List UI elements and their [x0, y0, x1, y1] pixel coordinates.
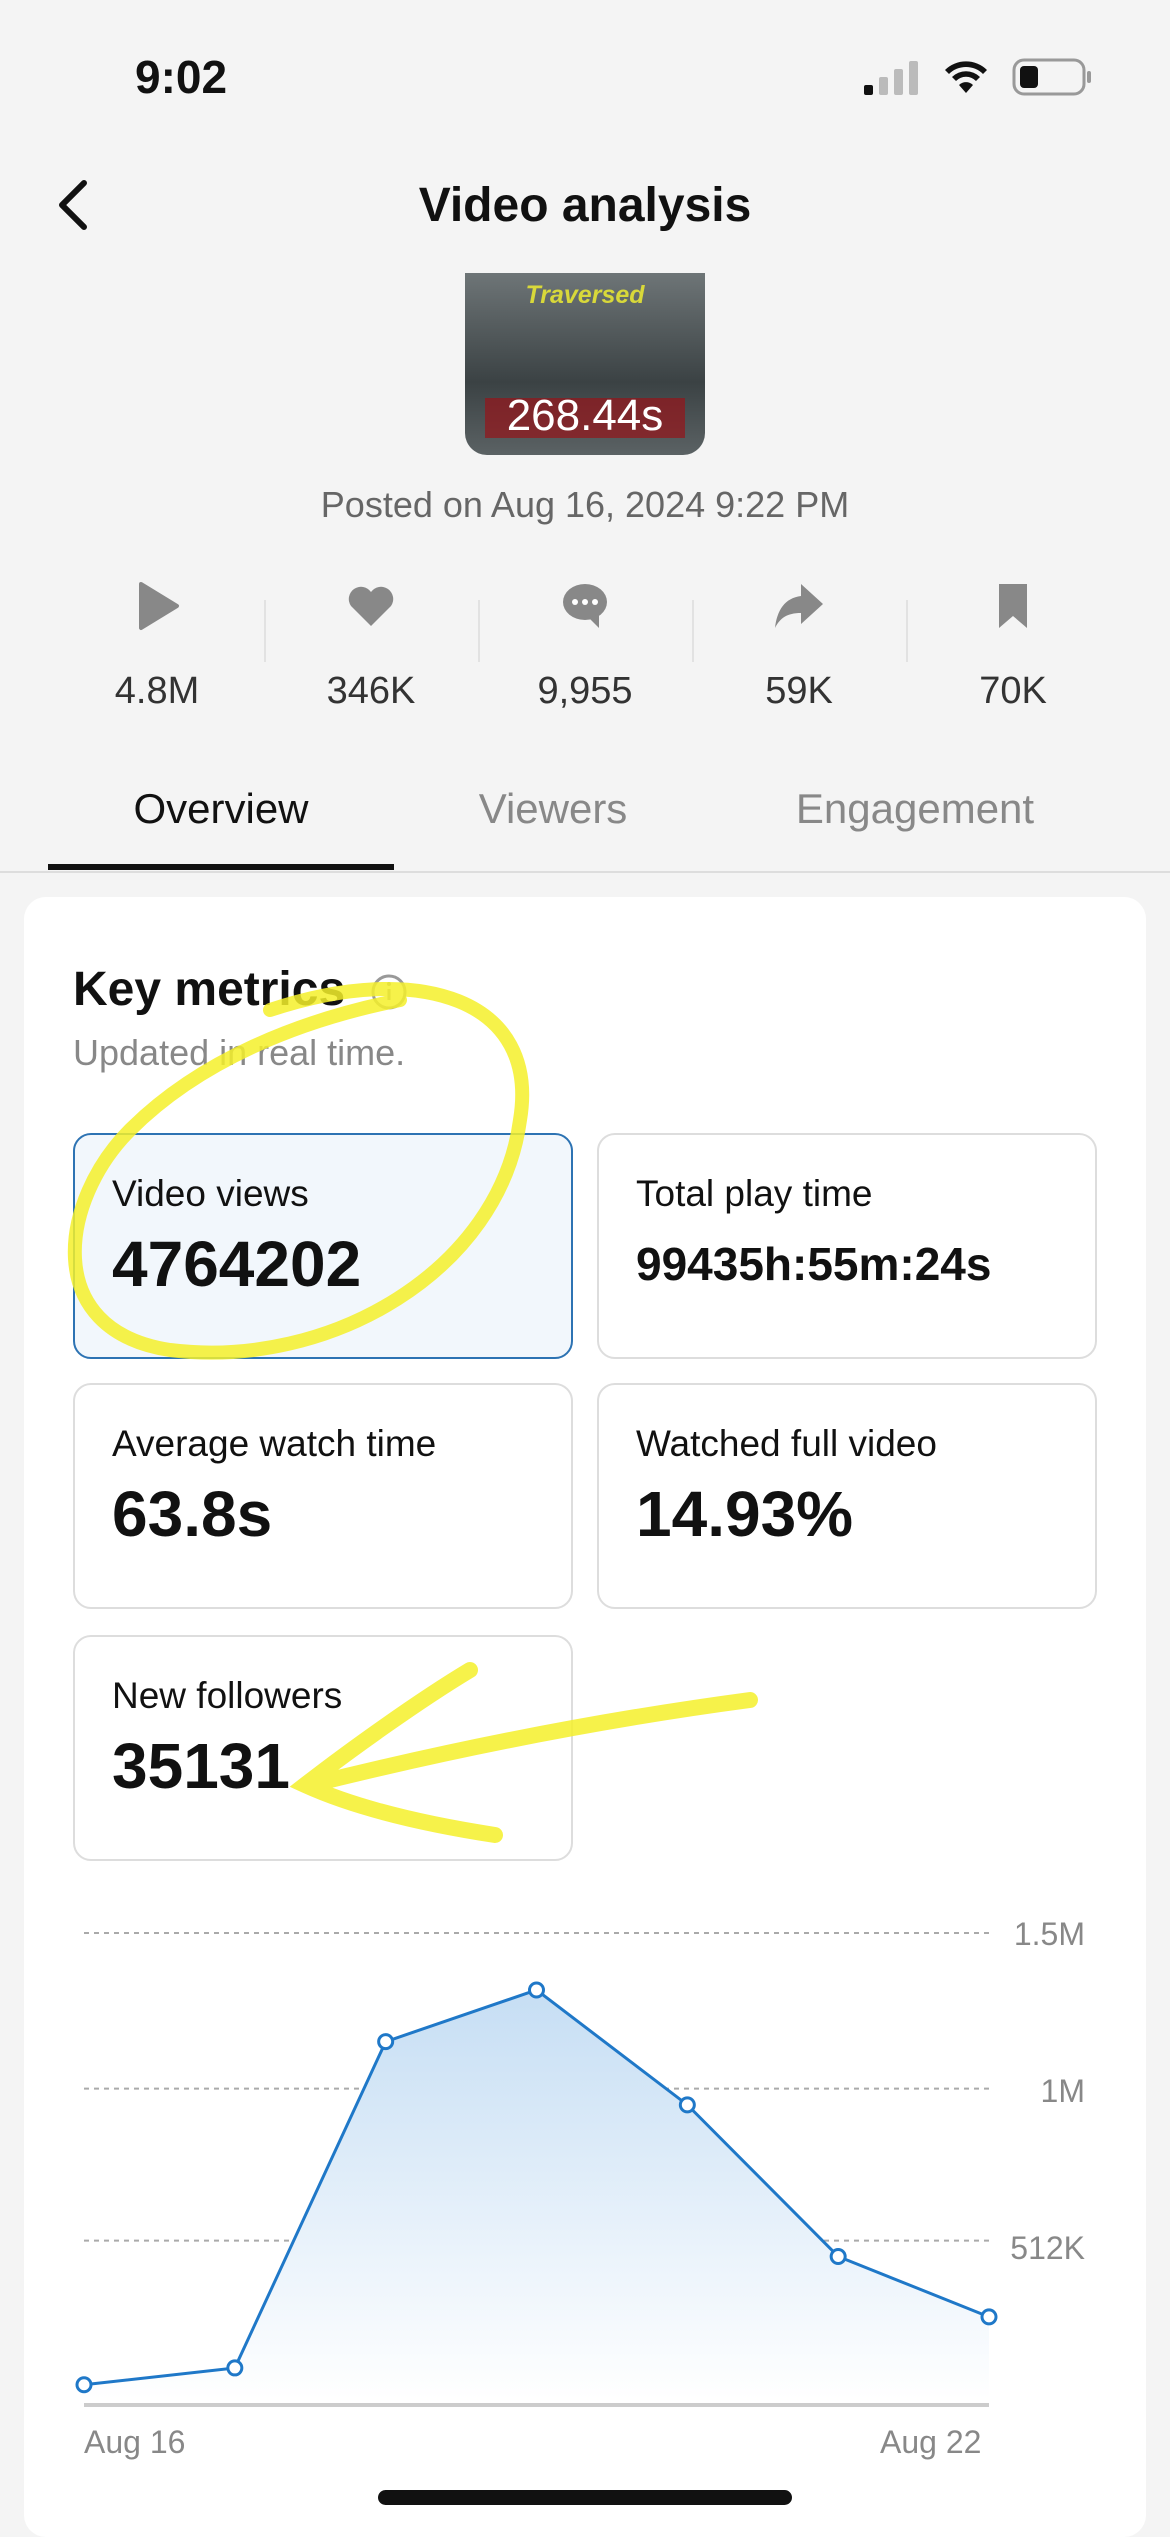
area-fill	[84, 1989, 989, 2400]
y-tick-label: 1M	[1040, 2073, 1085, 2109]
x-tick-label: Aug 16	[84, 2424, 186, 2460]
data-point[interactable]	[75, 2376, 93, 2394]
y-tick-label: 512K	[1010, 2230, 1085, 2266]
data-point[interactable]	[226, 2359, 244, 2377]
data-point[interactable]	[528, 1981, 545, 1999]
views-chart	[75, 1932, 998, 2407]
home-indicator[interactable]	[378, 2490, 792, 2505]
y-tick-label: 1.5M	[1013, 1916, 1085, 1952]
x-tick-label: Aug 22	[880, 2424, 982, 2460]
data-point[interactable]	[829, 2247, 847, 2265]
data-point[interactable]	[377, 2033, 395, 2051]
data-point[interactable]	[678, 2096, 696, 2114]
data-point[interactable]	[980, 2308, 998, 2326]
